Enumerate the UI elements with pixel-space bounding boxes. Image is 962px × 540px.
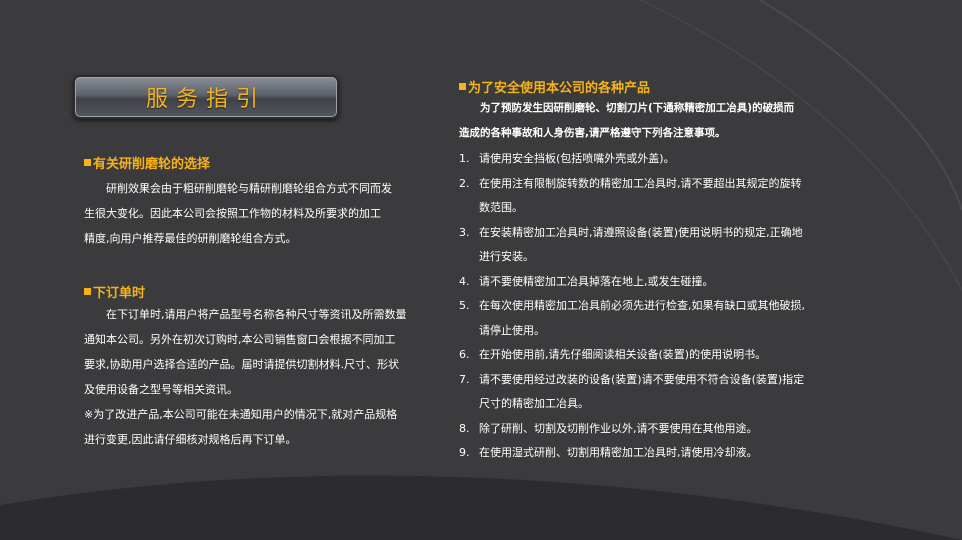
list-item: 5. 在每次使用精密加工冶具前必须先进行检查,如果有缺口或其他破损, 请停止使用… bbox=[459, 299, 805, 337]
bullet-icon bbox=[84, 288, 91, 295]
title-banner: 服务指引 bbox=[73, 75, 339, 119]
section-heading-safety: 为了安全使用本公司的各种产品 bbox=[459, 77, 650, 96]
bullet-icon bbox=[459, 83, 466, 90]
list-item: 1. 请使用安全挡板(包括喷嘴外壳或外盖)。 bbox=[459, 152, 675, 165]
list-item: 4. 请不要使精密加工冶具掉落在地上,或发生碰撞。 bbox=[459, 274, 714, 288]
section-heading-order: 下订单时 bbox=[84, 282, 145, 301]
list-item: 3. 在安装精密加工冶具时,请遵照设备(装置)使用说明书的规定,正确地 进行安装… bbox=[459, 225, 803, 264]
list-item: 2. 在使用注有限制旋转数的精密加工冶具时,请不要超出其规定的旋转 数范围。 bbox=[459, 176, 802, 215]
page-title: 服务指引 bbox=[145, 87, 266, 112]
section-body-grinding-wheel: 研削效果会由于粗研削磨轮与精研削磨轮组合方式不同而发 生很大变化。因此本公司会按… bbox=[84, 182, 392, 245]
section-heading-grinding-wheel: 有关研削磨轮的选择 bbox=[84, 153, 210, 172]
section-body-order: 在下订单时,请用户将产品型号名称各种尺寸等资讯及所需数量 通知本公司。另外在初次… bbox=[84, 308, 407, 446]
bullet-icon bbox=[84, 159, 91, 166]
list-item: 8. 除了研削、切割及切削作业以外,请不要使用在其他用途。 bbox=[459, 421, 758, 435]
list-item: 9. 在使用湿式研削、切割用精密加工冶具时,请使用冷却液。 bbox=[459, 446, 758, 459]
safety-list: 1. 请使用安全挡板(包括喷嘴外壳或外盖)。 2. 在使用注有限制旋转数的精密加… bbox=[459, 147, 879, 466]
list-item: 7. 请不要使用经过改装的设备(装置)请不要使用不符合设备(装置)指定 尺寸的精… bbox=[459, 372, 805, 411]
list-item: 6. 在开始使用前,请先仔细阅读相关设备(装置)的使用说明书。 bbox=[459, 348, 767, 361]
safety-intro: 为了预防发生因研削磨轮、切割刀片(下通称精密加工冶具)的破损而 造成的各种事故和… bbox=[459, 102, 795, 139]
